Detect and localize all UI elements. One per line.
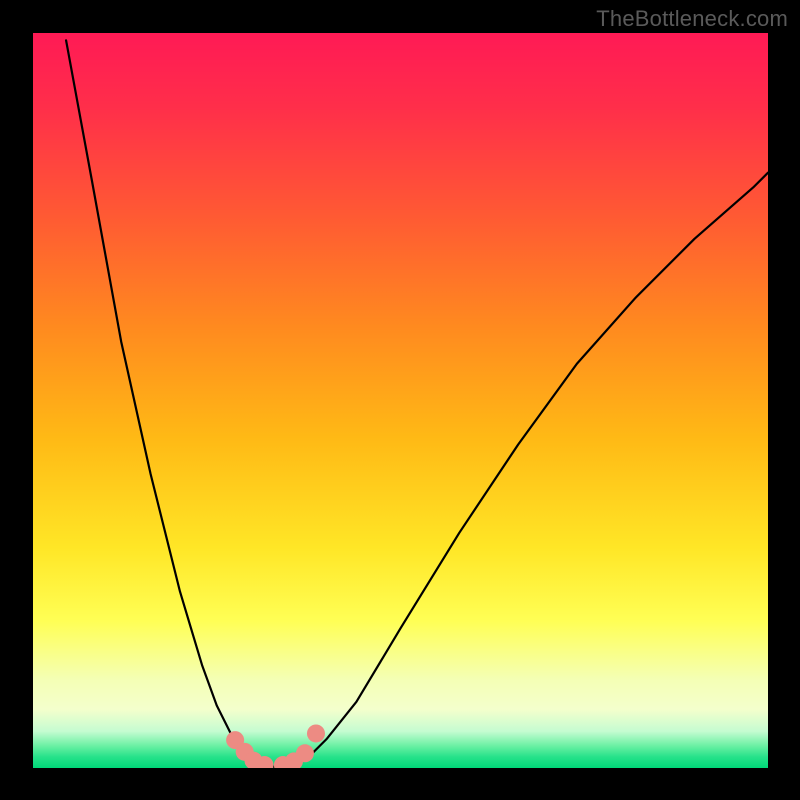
watermark-text: TheBottleneck.com — [596, 6, 788, 32]
marker-point — [296, 744, 314, 762]
curve-layer — [33, 33, 768, 768]
plot-area — [33, 33, 768, 768]
highlight-markers — [226, 724, 325, 768]
chart-stage: TheBottleneck.com — [0, 0, 800, 800]
bottleneck-curve — [66, 40, 768, 766]
marker-point — [307, 724, 325, 742]
